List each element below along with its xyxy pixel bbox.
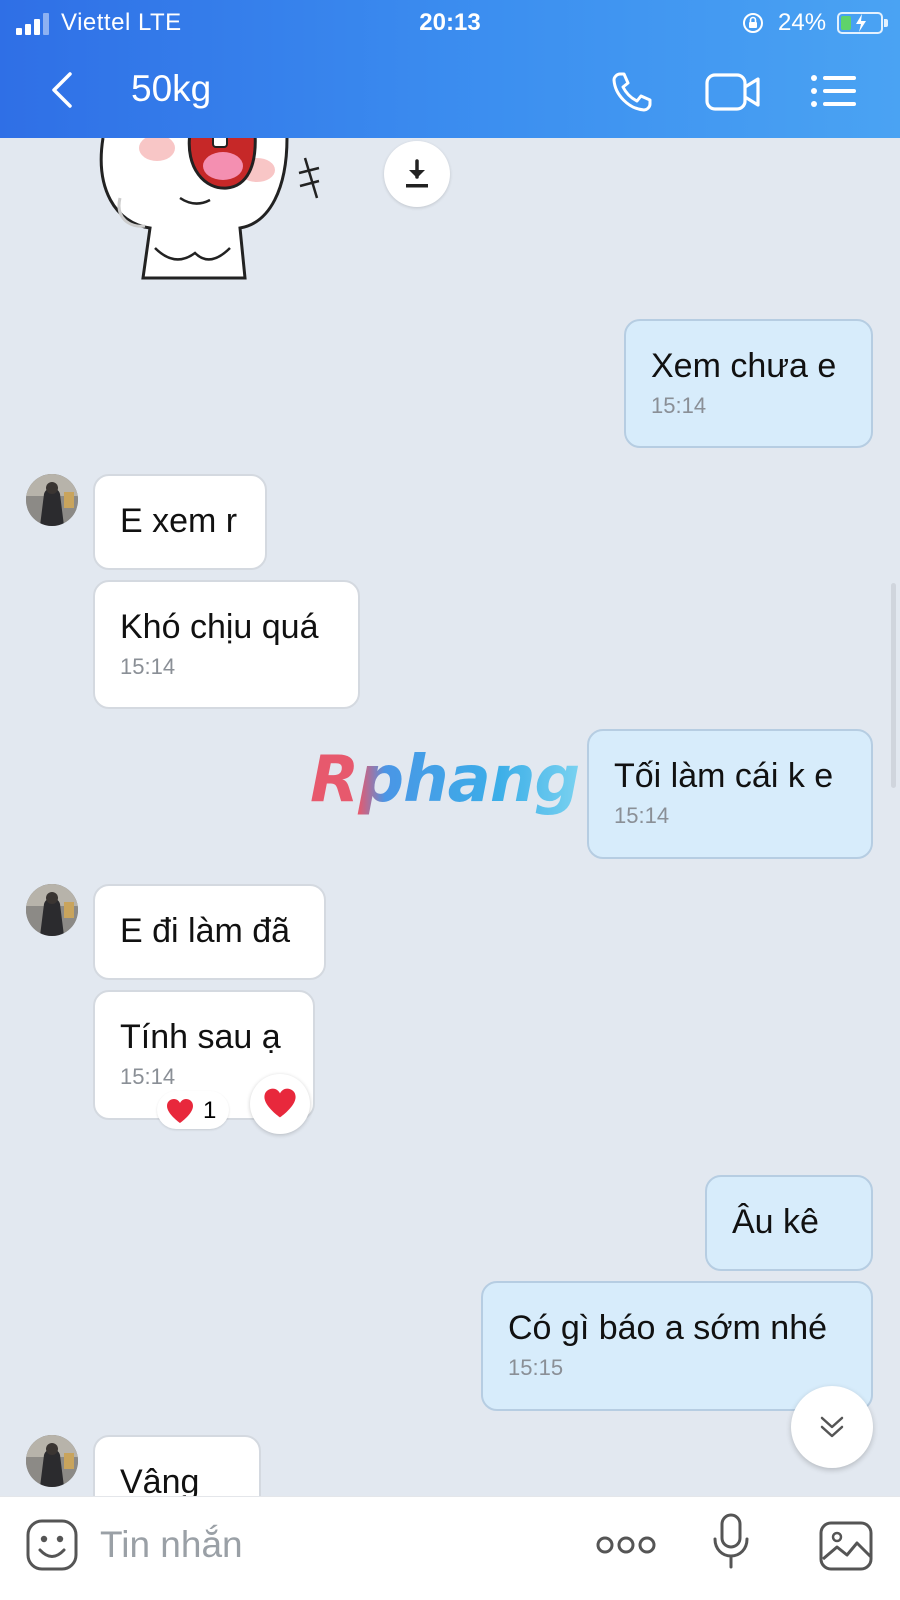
back-icon[interactable] xyxy=(44,70,80,110)
message-text: Tối làm cái k e xyxy=(614,757,834,795)
message-text: Khó chịu quá xyxy=(120,608,319,646)
scrollbar[interactable] xyxy=(891,583,896,788)
avatar[interactable] xyxy=(26,884,78,936)
download-button[interactable] xyxy=(384,141,450,207)
message-time: 15:14 xyxy=(614,803,670,828)
status-bar: Viettel LTE 20:13 24% xyxy=(0,0,900,46)
message-text: E đi làm đã xyxy=(120,912,291,950)
incoming-message[interactable]: E xem r xyxy=(93,474,267,570)
conversation-title[interactable]: 50kg xyxy=(131,68,211,110)
avatar[interactable] xyxy=(26,1435,78,1487)
chat-header: Viettel LTE 20:13 24% 50kg xyxy=(0,0,900,138)
sticker-icon[interactable] xyxy=(26,1519,78,1571)
message-time: 15:15 xyxy=(508,1355,564,1380)
message-text: Tính sau ạ xyxy=(120,1018,281,1056)
message-text: Xem chưa e xyxy=(651,347,837,385)
scroll-to-bottom-button[interactable] xyxy=(791,1386,873,1468)
message-list[interactable]: Xem chưa e 15:14 E xem r Khó chịu quá 15… xyxy=(0,138,900,1496)
reaction-count: 1 xyxy=(203,1097,217,1124)
more-options-icon[interactable] xyxy=(596,1533,656,1557)
message-time: 15:14 xyxy=(651,393,707,418)
watermark-logo: Rphang xyxy=(310,743,580,817)
message-input[interactable] xyxy=(100,1519,560,1571)
incoming-message[interactable]: E đi làm đã xyxy=(93,884,326,980)
message-text: Âu kê xyxy=(732,1203,819,1241)
message-text: E xem r xyxy=(120,502,238,540)
outgoing-message[interactable]: Xem chưa e 15:14 xyxy=(624,319,873,448)
status-time: 20:13 xyxy=(419,9,481,36)
sticker-image[interactable] xyxy=(95,138,335,288)
rotation-lock-icon xyxy=(743,13,763,33)
video-call-icon[interactable] xyxy=(705,71,761,113)
phone-icon[interactable] xyxy=(610,70,654,114)
message-time: 15:14 xyxy=(120,654,176,679)
menu-icon[interactable] xyxy=(810,74,856,108)
message-text: Vâng xyxy=(120,1463,200,1496)
incoming-message[interactable]: Khó chịu quá 15:14 xyxy=(93,580,360,709)
battery-percent: 24% xyxy=(778,9,827,36)
double-chevron-down-icon xyxy=(820,1416,844,1438)
react-button[interactable] xyxy=(250,1074,310,1134)
heart-icon xyxy=(264,1088,296,1118)
download-icon xyxy=(406,159,428,188)
composer-bar xyxy=(0,1496,900,1600)
reaction-summary[interactable]: 1 xyxy=(157,1091,229,1129)
message-text: Có gì báo a sớm nhé xyxy=(508,1309,828,1347)
image-icon[interactable] xyxy=(819,1521,873,1571)
outgoing-message[interactable]: Tối làm cái k e 15:14 xyxy=(587,729,873,859)
microphone-icon[interactable] xyxy=(712,1513,750,1571)
outgoing-message[interactable]: Âu kê xyxy=(705,1175,873,1271)
battery-icon xyxy=(837,12,888,34)
heart-icon xyxy=(167,1099,193,1123)
avatar[interactable] xyxy=(26,474,78,526)
incoming-message[interactable]: Vâng xyxy=(93,1435,261,1496)
